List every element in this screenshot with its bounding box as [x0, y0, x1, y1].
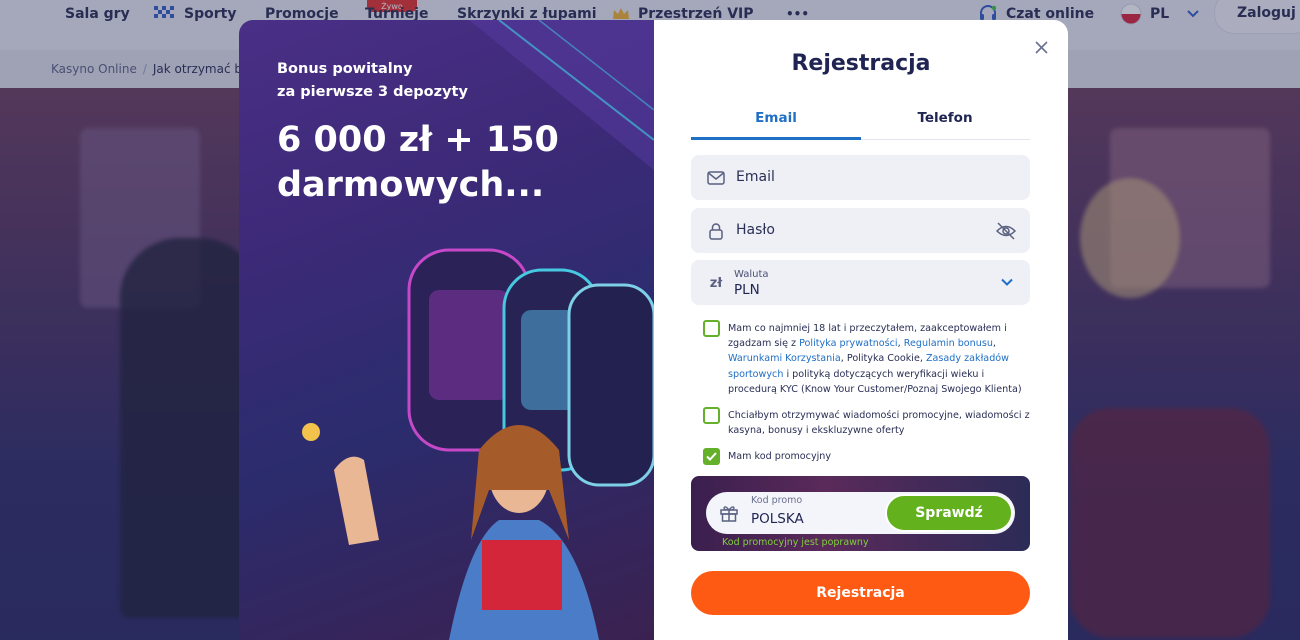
bonus-headline: 6 000 zł + 150 darmowych...: [277, 118, 559, 208]
password-field[interactable]: Hasło: [691, 208, 1030, 253]
tab-phone[interactable]: Telefon: [860, 106, 1030, 140]
terms-text-part: , Polityka Cookie,: [840, 353, 926, 365]
registration-modal: Bonus powitalny za pierwsze 3 depozyty 6…: [239, 20, 1068, 640]
lock-icon: [705, 220, 727, 242]
currency-label: Waluta: [734, 269, 769, 280]
envelope-icon: [705, 167, 727, 189]
promo-code-toggle: Mam kod promocyjny: [703, 448, 1033, 465]
promo-artwork: [302, 20, 654, 640]
currency-select[interactable]: zł Waluta PLN: [691, 260, 1030, 305]
form-title: Rejestracja: [791, 51, 931, 76]
registration-form: Rejestracja Email Telefon Email Hasło zł…: [654, 20, 1068, 640]
privacy-policy-link[interactable]: Polityka prywatności: [799, 338, 898, 349]
promo-code-value: POLSKA: [751, 511, 804, 527]
welcome-bonus-panel: Bonus powitalny za pierwsze 3 depozyty 6…: [239, 20, 654, 640]
terms-of-use-link[interactable]: Warunkami Korzystania: [728, 353, 841, 364]
registration-tabs: Email Telefon: [691, 106, 1030, 140]
promo-code-checkbox[interactable]: [703, 448, 720, 465]
promo-code-label: Kod promo: [751, 495, 803, 506]
terms-text-part: ,: [992, 338, 996, 350]
promo-code-status: Kod promocyjny jest poprawny: [722, 537, 869, 548]
bonus-subtitle-line: Bonus powitalny: [277, 61, 413, 77]
currency-zloty-icon: zł: [709, 275, 723, 291]
checkmark-icon: [706, 452, 717, 461]
check-promo-button[interactable]: Sprawdź: [885, 494, 1013, 532]
marketing-checkbox[interactable]: [703, 407, 720, 424]
bonus-rules-link[interactable]: Regulamin bonusu: [904, 338, 993, 349]
marketing-text: Chciałbym otrzymywać wiadomości promocyj…: [728, 410, 1030, 437]
terms-checkbox[interactable]: [703, 320, 720, 337]
promo-code-toggle-label: Mam kod promocyjny: [728, 451, 832, 462]
bonus-subtitle: Bonus powitalny za pierwsze 3 depozyty: [277, 58, 468, 104]
bonus-headline-line: darmowych...: [277, 165, 545, 205]
terms-consent: Mam co najmniej 18 lat i przeczytałem, z…: [703, 320, 1033, 397]
chevron-down-icon: [1001, 278, 1013, 286]
tab-email[interactable]: Email: [691, 106, 861, 140]
register-button[interactable]: Rejestracja: [691, 571, 1030, 615]
marketing-consent: Chciałbym otrzymywać wiadomości promocyj…: [703, 407, 1033, 438]
terms-text: Mam co najmniej 18 lat i przeczytałem, z…: [728, 321, 1033, 397]
bonus-subtitle-line: za pierwsze 3 depozyty: [277, 84, 468, 100]
email-field[interactable]: Email: [691, 155, 1030, 200]
hide-password-icon[interactable]: [995, 220, 1017, 242]
gift-icon: [720, 506, 738, 522]
password-placeholder: Hasło: [736, 222, 775, 238]
promo-code-input[interactable]: Kod promo POLSKA Sprawdź: [706, 492, 1015, 534]
currency-value: PLN: [734, 282, 760, 298]
email-placeholder: Email: [736, 169, 775, 185]
bonus-headline-line: 6 000 zł + 150: [277, 120, 559, 160]
promo-code-box: Kod promo POLSKA Sprawdź Kod promocyjny …: [691, 476, 1030, 551]
